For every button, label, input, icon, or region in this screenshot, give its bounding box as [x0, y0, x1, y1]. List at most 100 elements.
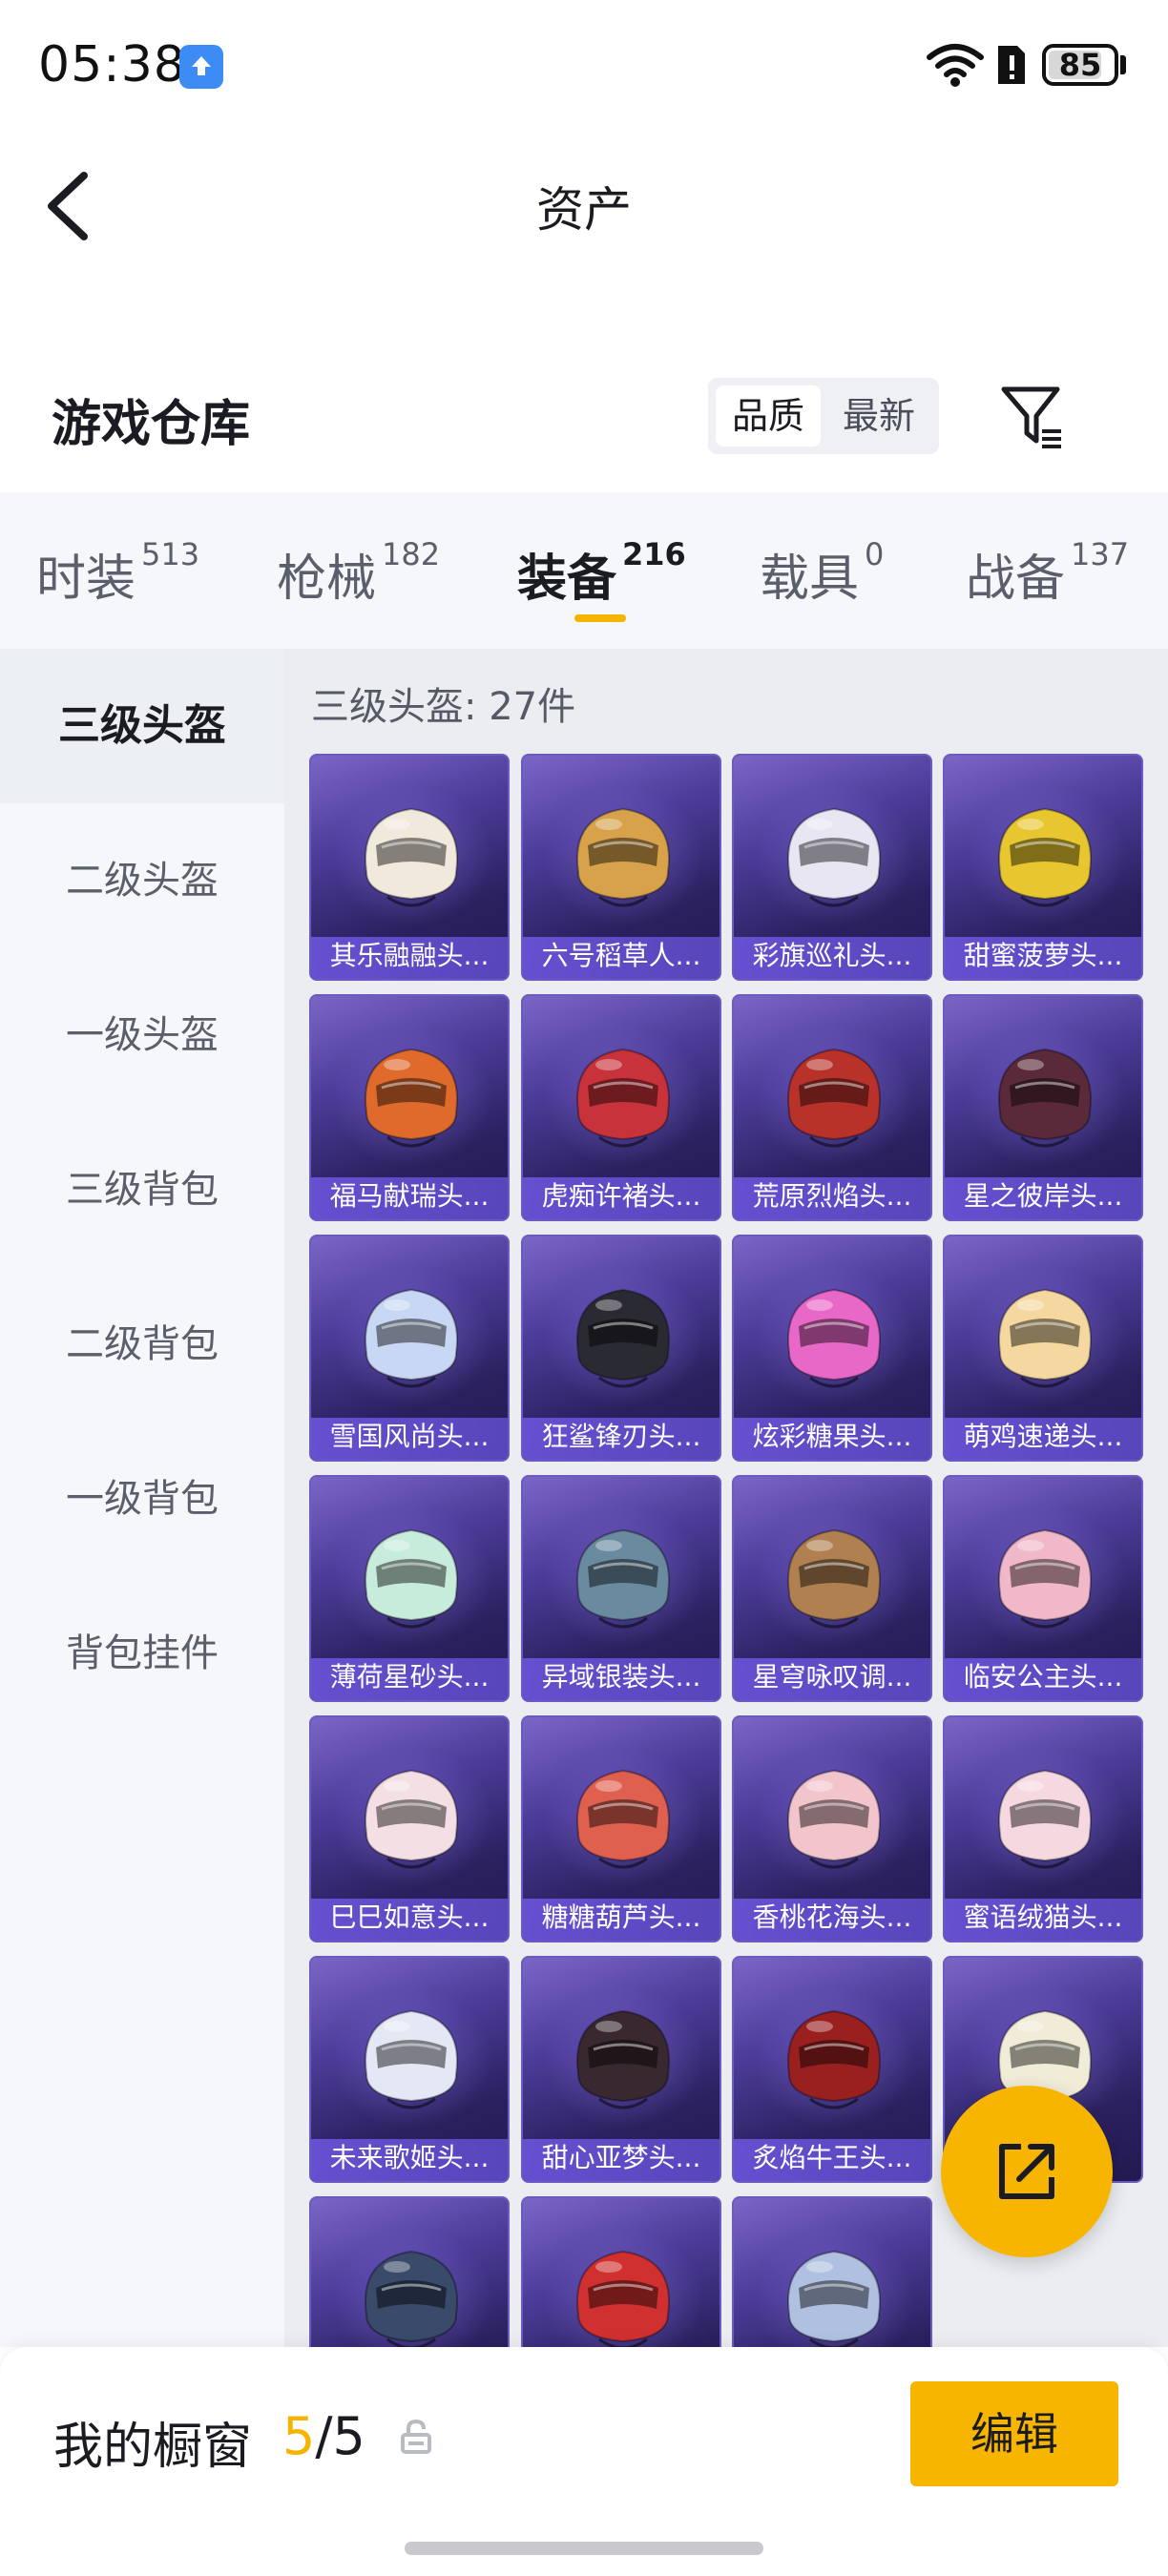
battery-icon: 85 — [1042, 44, 1118, 86]
side-item-level2-helmet[interactable]: 二级头盔 — [0, 803, 284, 958]
item-card[interactable]: 雪国风尚头... — [309, 1235, 510, 1462]
item-name: 福马献瑞头... — [329, 1180, 490, 1212]
item-card[interactable]: 异域银装头... — [521, 1475, 721, 1702]
side-item-level1-backpack[interactable]: 一级背包 — [0, 1422, 284, 1576]
item-card[interactable]: 福马献瑞头... — [309, 994, 510, 1221]
helmet-icon — [787, 2009, 881, 2109]
helmet-icon — [998, 1288, 1092, 1388]
item-name: 巳巳如意头... — [329, 1901, 490, 1933]
item-card[interactable]: 甜心亚梦头... — [521, 1956, 721, 2183]
lock-icon — [401, 2419, 431, 2454]
helmet-icon — [365, 1048, 458, 1148]
item-card[interactable]: 狂鲨锋刃头... — [521, 1235, 721, 1462]
item-card[interactable]: 彩旗巡礼头... — [732, 754, 932, 981]
item-card[interactable] — [732, 2196, 932, 2347]
side-item-level2-backpack[interactable]: 二级背包 — [0, 1267, 284, 1422]
helmet-icon — [365, 2009, 458, 2109]
item-name: 香桃花海头... — [752, 1901, 912, 1933]
item-name: 薄荷星砂头... — [329, 1661, 490, 1693]
item-card[interactable]: 薄荷星砂头... — [309, 1475, 510, 1702]
helmet-icon — [787, 807, 881, 907]
edit-button[interactable]: 编辑 — [910, 2381, 1118, 2486]
helmet-icon — [998, 1528, 1092, 1629]
helmet-icon — [787, 1048, 881, 1148]
battery-percent: 85 — [1058, 47, 1102, 83]
warehouse-title: 游戏仓库 — [52, 396, 251, 453]
item-name: 虎痴许褚头... — [541, 1180, 701, 1212]
side-item-level3-backpack[interactable]: 三级背包 — [0, 1112, 284, 1267]
active-tab-indicator — [574, 614, 626, 622]
helmet-icon — [998, 807, 1092, 907]
tab-equipment[interactable]: 装备 216 — [517, 536, 686, 614]
tab-fashion[interactable]: 时装 513 — [36, 536, 199, 614]
item-count-header: 三级头盔: 27件 — [311, 685, 576, 729]
item-name: 蜜语绒猫头... — [963, 1901, 1123, 1933]
item-card[interactable] — [521, 2196, 721, 2347]
side-item-backpack-charm[interactable]: 背包挂件 — [0, 1576, 284, 1731]
item-name: 临安公主头... — [963, 1661, 1123, 1693]
item-name: 狂鲨锋刃头... — [541, 1421, 701, 1452]
item-card[interactable]: 糖糖葫芦头... — [521, 1715, 721, 1942]
item-card[interactable]: 星穹咏叹调... — [732, 1475, 932, 1702]
page-title: 资产 — [536, 182, 632, 238]
side-item-level1-helmet[interactable]: 一级头盔 — [0, 958, 284, 1112]
share-icon — [999, 2144, 1054, 2199]
item-name: 荒原烈焰头... — [752, 1180, 912, 1212]
item-card[interactable] — [309, 2196, 510, 2347]
helmet-icon — [576, 1769, 670, 1869]
item-name: 星穹咏叹调... — [752, 1661, 912, 1693]
helmet-icon — [365, 1288, 458, 1388]
filter-button[interactable] — [998, 382, 1067, 450]
wifi-icon — [927, 44, 984, 87]
item-name: 炫彩糖果头... — [752, 1421, 912, 1452]
tab-vehicles[interactable]: 载具 0 — [760, 536, 884, 614]
item-name: 未来歌姬头... — [329, 2142, 490, 2173]
item-card[interactable]: 临安公主头... — [943, 1475, 1143, 1702]
item-card[interactable]: 香桃花海头... — [732, 1715, 932, 1942]
helmet-icon — [787, 1528, 881, 1629]
item-card[interactable]: 蜜语绒猫头... — [943, 1715, 1143, 1942]
showcase-label: 我的橱窗 — [53, 2419, 253, 2476]
item-name: 彩旗巡礼头... — [752, 940, 912, 971]
item-name: 萌鸡速递头... — [963, 1421, 1123, 1452]
item-card[interactable]: 未来歌姬头... — [309, 1956, 510, 2183]
item-card[interactable]: 虎痴许褚头... — [521, 994, 721, 1221]
helmet-icon — [576, 1048, 670, 1148]
item-card[interactable]: 萌鸡速递头... — [943, 1235, 1143, 1462]
side-nav: 三级头盔 二级头盔 一级头盔 三级背包 二级背包 一级背包 背包挂件 — [0, 649, 284, 2347]
item-name: 炙焰牛王头... — [752, 2142, 912, 2173]
item-name: 雪国风尚头... — [329, 1421, 490, 1452]
helmet-icon — [576, 1288, 670, 1388]
item-card[interactable]: 六号稻草人... — [521, 754, 721, 981]
showcase-count: 5/5 — [282, 2406, 365, 2466]
sort-quality-button[interactable]: 品质 — [716, 385, 821, 447]
helmet-icon — [365, 807, 458, 907]
item-card[interactable]: 巳巳如意头... — [309, 1715, 510, 1942]
share-button[interactable] — [941, 2086, 1113, 2257]
side-item-level3-helmet[interactable]: 三级头盔 — [0, 649, 284, 803]
item-card[interactable]: 甜蜜菠萝头... — [943, 754, 1143, 981]
item-card[interactable]: 炙焰牛王头... — [732, 1956, 932, 2183]
sort-latest-button[interactable]: 最新 — [826, 385, 931, 447]
helmet-icon — [787, 2250, 881, 2347]
helmet-icon — [576, 2009, 670, 2109]
item-card[interactable]: 炫彩糖果头... — [732, 1235, 932, 1462]
helmet-icon — [998, 1048, 1092, 1148]
tab-supplies[interactable]: 战备 137 — [966, 536, 1129, 614]
item-name: 甜心亚梦头... — [541, 2142, 701, 2173]
helmet-icon — [365, 1769, 458, 1869]
item-name: 糖糖葫芦头... — [541, 1901, 701, 1933]
status-time: 05:38 — [38, 36, 186, 93]
item-card[interactable]: 星之彼岸头... — [943, 994, 1143, 1221]
item-card[interactable]: 荒原烈焰头... — [732, 994, 932, 1221]
item-card[interactable]: 其乐融融头... — [309, 754, 510, 981]
tab-weapons[interactable]: 枪械 182 — [277, 536, 440, 614]
item-name: 甜蜜菠萝头... — [963, 940, 1123, 971]
sim-alert-icon — [998, 46, 1025, 84]
item-name: 其乐融融头... — [329, 940, 490, 971]
item-name: 星之彼岸头... — [963, 1180, 1123, 1212]
category-tabs: 时装 513 枪械 182 装备 216 载具 0 战备 137 — [0, 492, 1168, 649]
status-bar: 05:38 85 — [0, 0, 1168, 134]
upload-notification-icon — [179, 45, 223, 89]
home-indicator[interactable] — [405, 2542, 763, 2555]
